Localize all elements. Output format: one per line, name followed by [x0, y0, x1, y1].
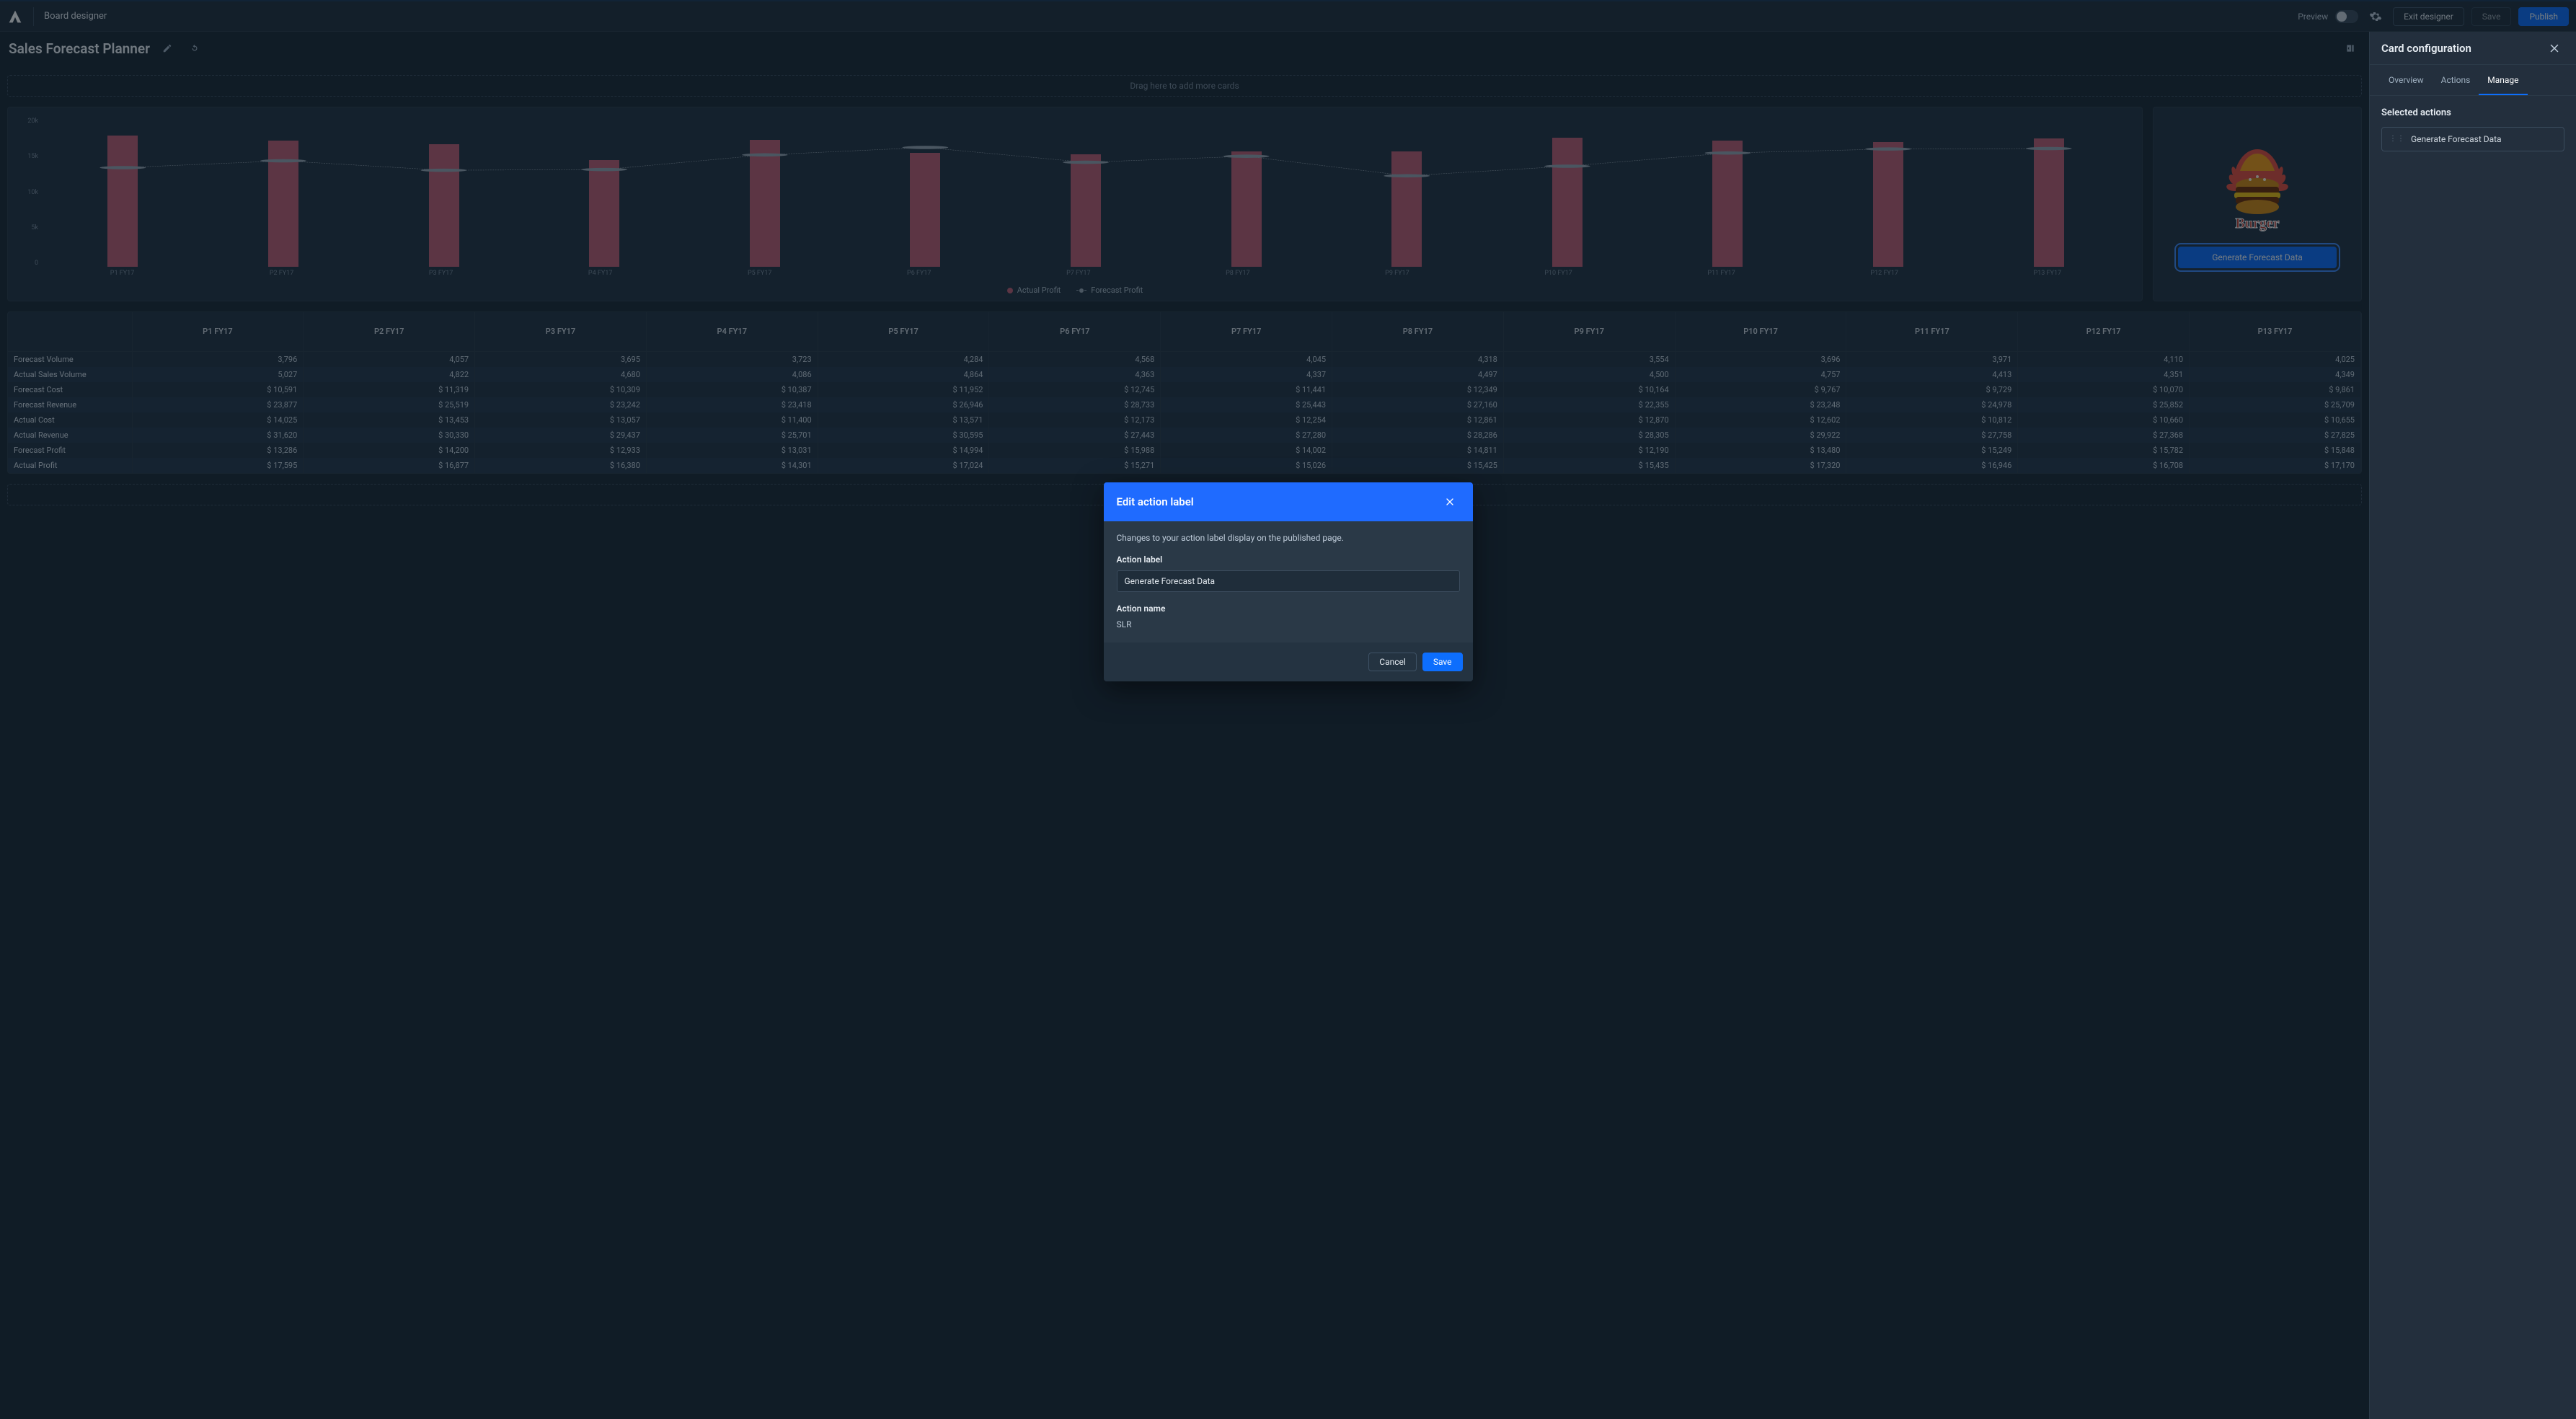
tab-overview[interactable]: Overview [2380, 65, 2433, 95]
modal-title: Edit action label [1117, 495, 1440, 508]
close-icon [2548, 42, 2561, 55]
action-name-label: Action name [1117, 604, 1460, 614]
modal-save-button[interactable]: Save [1422, 653, 1463, 671]
selected-actions-title: Selected actions [2381, 107, 2564, 118]
card-config-panel: Card configuration Overview Actions Mana… [2369, 32, 2576, 1419]
tab-manage[interactable]: Manage [2479, 65, 2527, 95]
drag-handle-icon[interactable]: ⋮⋮ [2389, 136, 2405, 143]
action-label-input[interactable] [1117, 570, 1460, 592]
close-panel-button[interactable] [2544, 38, 2564, 58]
action-label-field-label: Action label [1117, 554, 1460, 565]
cancel-label: Cancel [1379, 657, 1406, 667]
modal-cancel-button[interactable]: Cancel [1368, 653, 1417, 671]
panel-tabs: Overview Actions Manage [2370, 65, 2576, 96]
modal-description: Changes to your action label display on … [1117, 533, 1460, 543]
selected-action-label: Generate Forecast Data [2411, 134, 2502, 144]
modal-backdrop[interactable] [0, 0, 2576, 1419]
tab-actions[interactable]: Actions [2433, 65, 2479, 95]
modal-close-button[interactable] [1440, 492, 1460, 512]
save-label: Save [1433, 657, 1452, 667]
action-name-value: SLR [1117, 619, 1460, 629]
selected-action-item[interactable]: ⋮⋮ Generate Forecast Data [2381, 127, 2564, 151]
panel-title: Card configuration [2381, 42, 2544, 55]
edit-action-label-modal: Edit action label Changes to your action… [1104, 482, 1473, 681]
close-icon [1444, 496, 1456, 508]
